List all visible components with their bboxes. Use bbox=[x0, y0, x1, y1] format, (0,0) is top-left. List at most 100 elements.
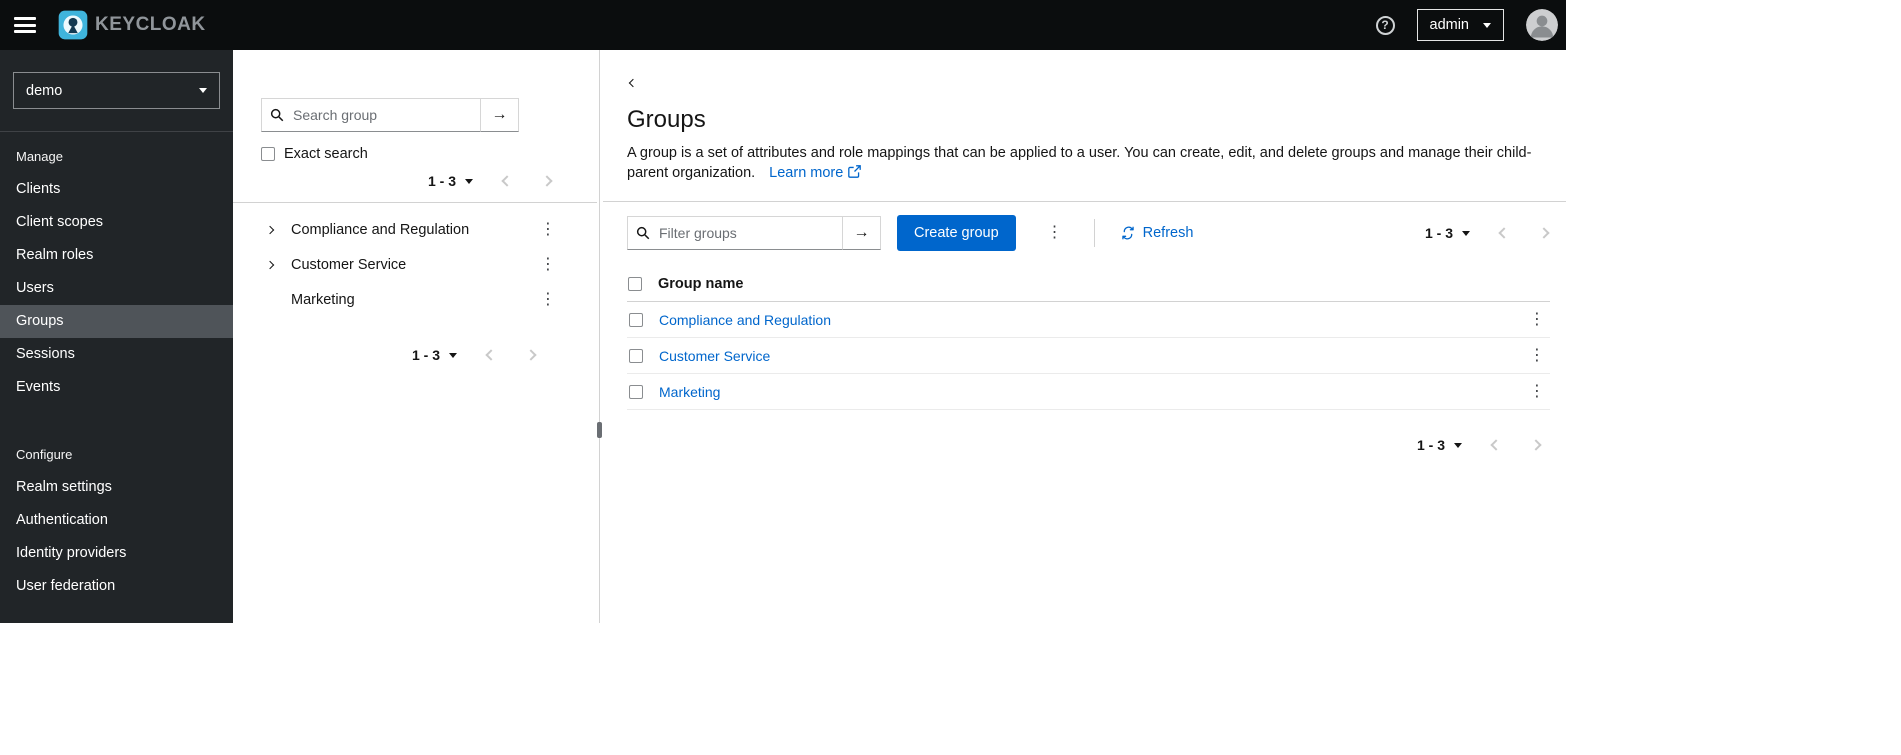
row-kebab-icon[interactable]: ⋮ bbox=[1524, 310, 1550, 330]
expand-toggle-icon[interactable] bbox=[265, 260, 282, 269]
learn-more-link[interactable]: Learn more bbox=[769, 165, 862, 181]
collapse-tree-button[interactable] bbox=[627, 77, 639, 89]
nav-toggle-button[interactable] bbox=[14, 17, 36, 33]
tree-item-label[interactable]: Compliance and Regulation bbox=[291, 222, 535, 238]
keycloak-admin-console: KEYCLOAK ? admin demo Manage Clients Cli… bbox=[0, 0, 1566, 623]
sidebar-item-clients[interactable]: Clients bbox=[0, 173, 233, 206]
next-page-button[interactable] bbox=[1538, 227, 1550, 239]
panel-splitter[interactable] bbox=[597, 50, 603, 623]
groups-table: Group name Compliance and Regulation ⋮ C… bbox=[627, 266, 1550, 410]
create-group-button[interactable]: Create group bbox=[897, 215, 1016, 251]
splitter-grip-icon[interactable] bbox=[597, 422, 602, 438]
tree-item-label[interactable]: Customer Service bbox=[291, 257, 535, 273]
tree-item[interactable]: Compliance and Regulation ⋮ bbox=[233, 212, 597, 247]
search-icon bbox=[270, 108, 284, 122]
sidebar-item-user-federation[interactable]: User federation bbox=[0, 570, 233, 603]
pagination-menu-toggle[interactable]: 1 - 3 bbox=[428, 173, 473, 189]
filter-wrap bbox=[627, 216, 843, 250]
page-title: Groups bbox=[627, 106, 706, 133]
next-page-button[interactable] bbox=[541, 175, 553, 187]
group-tree: Compliance and Regulation ⋮ Customer Ser… bbox=[233, 212, 597, 317]
angle-left-icon bbox=[1490, 439, 1502, 451]
divider bbox=[233, 202, 597, 203]
hamburger-icon bbox=[14, 17, 36, 20]
angle-left-icon bbox=[1498, 227, 1510, 239]
row-kebab-icon[interactable]: ⋮ bbox=[1524, 382, 1550, 402]
group-name-link[interactable]: Marketing bbox=[659, 384, 720, 400]
toolbar-kebab-icon[interactable]: ⋮ bbox=[1042, 223, 1068, 243]
help-icon[interactable]: ? bbox=[1375, 15, 1395, 35]
nav-section-manage: Manage Clients Client scopes Realm roles… bbox=[0, 132, 233, 404]
next-page-button[interactable] bbox=[525, 349, 537, 361]
caret-down-icon bbox=[199, 88, 207, 93]
groups-toolbar: → Create group ⋮ Refresh bbox=[627, 215, 1550, 251]
masthead: KEYCLOAK ? admin bbox=[0, 0, 1566, 50]
user-menu[interactable]: admin bbox=[1416, 9, 1504, 41]
filter-submit-button[interactable]: → bbox=[843, 216, 881, 250]
tree-item[interactable]: Marketing ⋮ bbox=[233, 282, 597, 317]
nav-section-configure: Configure Realm settings Authentication … bbox=[0, 430, 233, 603]
exact-search-option: Exact search bbox=[261, 146, 597, 162]
sidebar-item-identity-providers[interactable]: Identity providers bbox=[0, 537, 233, 570]
tree-item[interactable]: Customer Service ⋮ bbox=[233, 247, 597, 282]
page-description: A group is a set of attributes and role … bbox=[627, 145, 1532, 181]
group-tree-panel: → Exact search 1 - 3 Compliance and Regu… bbox=[233, 50, 597, 623]
sidebar-item-events[interactable]: Events bbox=[0, 371, 233, 404]
group-name-link[interactable]: Customer Service bbox=[659, 348, 770, 364]
sidebar-item-sessions[interactable]: Sessions bbox=[0, 338, 233, 371]
next-page-button[interactable] bbox=[1530, 439, 1542, 451]
row-checkbox[interactable] bbox=[629, 348, 643, 363]
table-header-row: Group name bbox=[627, 266, 1550, 302]
table-row: Marketing ⋮ bbox=[627, 374, 1550, 410]
column-header-group-name: Group name bbox=[658, 275, 744, 292]
angle-right-icon bbox=[541, 175, 553, 187]
kebab-menu-icon[interactable]: ⋮ bbox=[535, 290, 561, 310]
angle-right-icon bbox=[525, 349, 537, 361]
angle-right-icon bbox=[1530, 439, 1542, 451]
tree-pagination-bottom: 1 - 3 bbox=[233, 347, 597, 363]
sidebar-item-authentication[interactable]: Authentication bbox=[0, 504, 233, 537]
row-checkbox[interactable] bbox=[629, 384, 643, 399]
filter-groups-input[interactable] bbox=[627, 216, 843, 250]
prev-page-button[interactable] bbox=[1490, 439, 1502, 451]
caret-down-icon bbox=[465, 178, 473, 184]
select-all-checkbox[interactable] bbox=[628, 276, 642, 291]
prev-page-button[interactable] bbox=[1498, 227, 1510, 239]
sidebar-item-realm-roles[interactable]: Realm roles bbox=[0, 239, 233, 272]
keycloak-logo-icon bbox=[58, 10, 88, 40]
keycloak-logo[interactable]: KEYCLOAK bbox=[58, 10, 206, 40]
exact-search-checkbox[interactable] bbox=[261, 147, 275, 161]
tree-item-label[interactable]: Marketing bbox=[291, 292, 535, 308]
sidebar-item-users[interactable]: Users bbox=[0, 272, 233, 305]
sidebar-item-groups[interactable]: Groups bbox=[0, 305, 233, 338]
avatar[interactable] bbox=[1526, 9, 1558, 41]
realm-selector[interactable]: demo bbox=[13, 72, 220, 109]
groups-page: Groups A group is a set of attributes an… bbox=[603, 50, 1566, 623]
tree-search-input[interactable] bbox=[261, 98, 481, 132]
brand-text: KEYCLOAK bbox=[95, 14, 206, 35]
divider bbox=[603, 201, 1566, 202]
pagination-menu-toggle[interactable]: 1 - 3 bbox=[412, 347, 457, 363]
kebab-menu-icon[interactable]: ⋮ bbox=[535, 255, 561, 275]
table-row: Compliance and Regulation ⋮ bbox=[627, 302, 1550, 338]
angle-left-icon bbox=[628, 78, 638, 88]
realm-selector-area: demo bbox=[0, 50, 233, 132]
pagination-menu-toggle[interactable]: 1 - 3 bbox=[1417, 437, 1462, 453]
caret-down-icon bbox=[1454, 442, 1462, 448]
prev-page-button[interactable] bbox=[485, 349, 497, 361]
caret-down-icon bbox=[449, 352, 457, 358]
tree-search-group: → bbox=[261, 98, 597, 132]
prev-page-button[interactable] bbox=[501, 175, 513, 187]
pagination-menu-toggle[interactable]: 1 - 3 bbox=[1425, 225, 1470, 241]
refresh-button[interactable]: Refresh bbox=[1121, 225, 1193, 241]
page-body: demo Manage Clients Client scopes Realm … bbox=[0, 50, 1566, 623]
row-kebab-icon[interactable]: ⋮ bbox=[1524, 346, 1550, 366]
search-icon bbox=[636, 226, 650, 240]
sidebar-item-realm-settings[interactable]: Realm settings bbox=[0, 471, 233, 504]
sidebar-item-client-scopes[interactable]: Client scopes bbox=[0, 206, 233, 239]
expand-toggle-icon[interactable] bbox=[265, 225, 282, 234]
group-name-link[interactable]: Compliance and Regulation bbox=[659, 312, 831, 328]
row-checkbox[interactable] bbox=[629, 312, 643, 327]
kebab-menu-icon[interactable]: ⋮ bbox=[535, 220, 561, 240]
tree-search-submit-button[interactable]: → bbox=[481, 98, 519, 132]
